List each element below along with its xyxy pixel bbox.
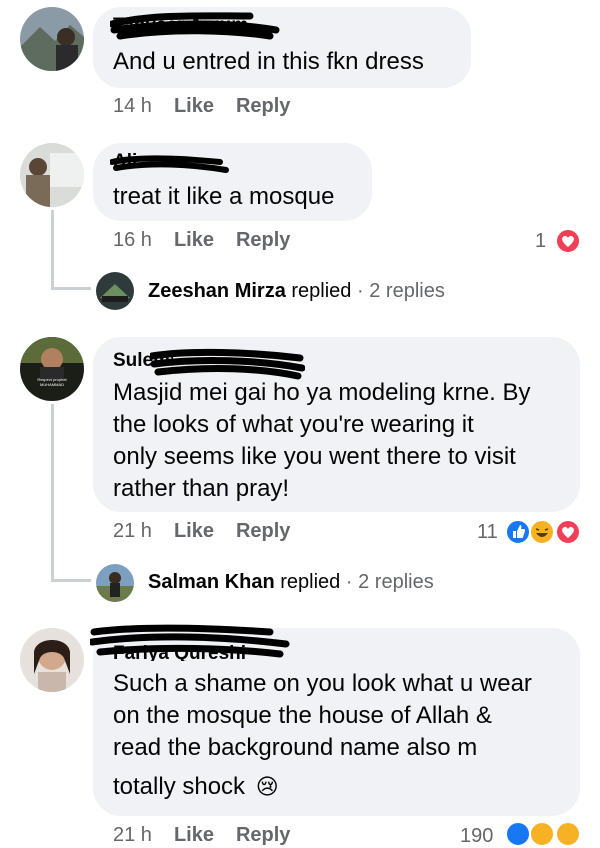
redaction-scribble: [90, 624, 290, 658]
thread-line: [51, 404, 54, 582]
avatar[interactable]: [96, 272, 134, 310]
haha-reaction-icon: [555, 821, 581, 847]
comment-text-line: rather than pray!: [113, 475, 290, 502]
reply-button[interactable]: Reply: [236, 229, 290, 251]
comment-text: And u entred in this fkn dress: [113, 48, 424, 75]
comment-time[interactable]: 21 h: [113, 520, 152, 542]
comment-actions: 16 h Like Reply: [113, 229, 312, 252]
comment-actions: 21 h Like Reply: [113, 520, 312, 543]
comment-time[interactable]: 14 h: [113, 95, 152, 117]
comment-actions: 14 h Like Reply: [113, 95, 312, 118]
like-reaction-icon: [505, 821, 531, 847]
comment-text: treat it like a mosque: [113, 183, 335, 210]
like-button[interactable]: Like: [174, 229, 214, 251]
redaction-scribble: [110, 155, 229, 173]
comment-time[interactable]: 16 h: [113, 229, 152, 251]
avatar[interactable]: [20, 337, 84, 401]
replied-verb: replied: [291, 280, 352, 302]
comment-text-last: totally shock: [113, 773, 246, 800]
replies-link[interactable]: Zeeshan Mirza replied · 2 replies: [148, 280, 445, 303]
love-reaction-icon: [555, 519, 581, 545]
replier-name[interactable]: Zeeshan Mirza: [148, 280, 286, 302]
thread-line: [51, 210, 54, 290]
reply-count[interactable]: 2 replies: [369, 280, 445, 302]
reply-button[interactable]: Reply: [236, 824, 290, 846]
crying-emoji-icon: 😢: [255, 774, 279, 799]
love-reaction-icon: [555, 228, 581, 254]
separator: ·: [345, 571, 353, 593]
comment-text-line: only seems like you went there to visit: [113, 443, 516, 470]
replier-name[interactable]: Salman Khan: [148, 571, 275, 593]
comment-text-line: on the mosque the house of Allah &: [113, 702, 492, 729]
redaction-scribble: [110, 12, 280, 40]
thread-line: [51, 579, 91, 582]
like-reaction-icon: [505, 519, 531, 545]
like-button[interactable]: Like: [174, 824, 214, 846]
comment-text-line: totally shock 😢: [113, 771, 279, 803]
comment-text-line: Masjid mei gai ho ya modeling krne. By: [113, 379, 531, 406]
reply-button[interactable]: Reply: [236, 95, 290, 117]
reaction-count[interactable]: 11: [477, 521, 498, 544]
reaction-count[interactable]: 1: [535, 230, 546, 253]
like-button[interactable]: Like: [174, 520, 214, 542]
replies-link[interactable]: Salman Khan replied · 2 replies: [148, 571, 434, 594]
comment-time[interactable]: 21 h: [113, 824, 152, 846]
replied-verb: replied: [280, 571, 341, 593]
haha-reaction-icon: [529, 519, 555, 545]
comment-text-line: the looks of what you're wearing it: [113, 411, 474, 438]
separator: ·: [357, 280, 364, 302]
avatar[interactable]: [20, 7, 84, 71]
thread-line: [51, 287, 91, 290]
comment-text-line: Such a shame on you look what u wear: [113, 670, 532, 697]
reaction-count[interactable]: 190: [460, 825, 493, 848]
like-button[interactable]: Like: [174, 95, 214, 117]
reply-button[interactable]: Reply: [236, 520, 290, 542]
avatar-caption: Respect prophet MUHAMMAD: [37, 377, 67, 387]
avatar[interactable]: [20, 143, 84, 207]
reply-count[interactable]: 2 replies: [358, 571, 434, 593]
haha-reaction-icon: [529, 821, 555, 847]
redaction-scribble: [150, 348, 305, 380]
avatar[interactable]: [20, 628, 84, 692]
avatar[interactable]: [96, 564, 134, 602]
comment-text-line: read the background name also m: [113, 734, 478, 761]
